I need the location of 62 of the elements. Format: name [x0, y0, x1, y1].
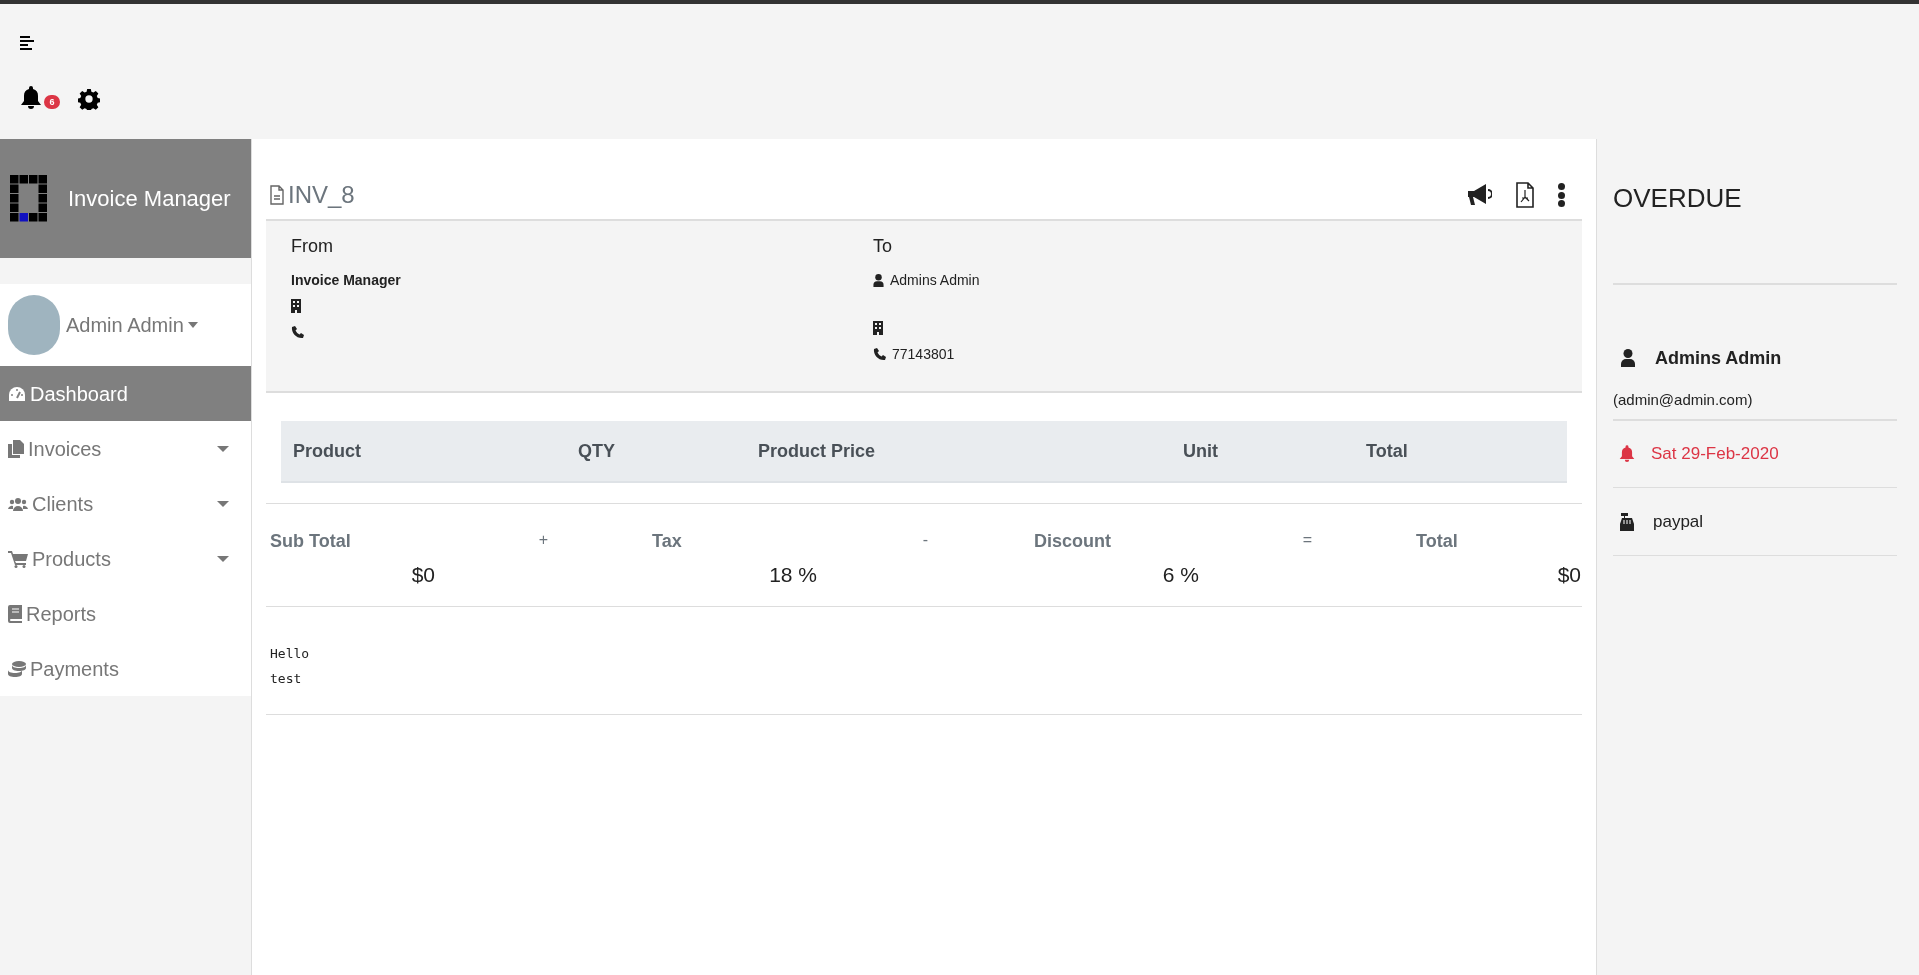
book-icon	[8, 604, 22, 623]
settings-button[interactable]	[78, 88, 100, 110]
users-icon	[8, 496, 28, 511]
documents-icon	[8, 439, 24, 458]
pdf-button[interactable]	[1516, 182, 1534, 208]
total-value: 6 %	[1162, 562, 1199, 588]
notification-badge: 6	[44, 95, 60, 109]
total-value: 18 %	[769, 562, 817, 588]
client-email: (admin@admin.com)	[1613, 390, 1754, 410]
avatar-placeholder	[8, 295, 60, 355]
bell-icon	[1619, 445, 1635, 463]
party-phone: 77143801	[892, 344, 955, 364]
building-icon	[873, 321, 883, 335]
user-icon	[873, 273, 884, 287]
total-label: Sub Total	[270, 530, 352, 553]
operator-sign: =	[1302, 530, 1313, 550]
announce-button[interactable]	[1466, 182, 1492, 208]
operator-sign: +	[538, 530, 549, 550]
due-date: Sat 29-Feb-2020	[1651, 443, 1779, 466]
party-name: Admins Admin	[890, 270, 980, 290]
gauge-icon	[8, 385, 26, 402]
coins-icon	[8, 660, 26, 677]
caret-icon	[217, 555, 229, 562]
phone-icon	[873, 347, 886, 361]
notifications-button[interactable]: 6	[20, 86, 62, 112]
pdf-file-icon	[1516, 182, 1534, 208]
column-header: Unit	[1183, 439, 1219, 463]
total-label: Discount	[1034, 530, 1112, 553]
logo-icon	[10, 174, 48, 223]
notes-text: Hello test	[266, 607, 1582, 715]
user-menu[interactable]: Admin Admin	[66, 310, 198, 340]
client-name: Admins Admin	[1655, 346, 1782, 370]
party-heading: From	[291, 235, 334, 258]
total-value: $0	[411, 562, 435, 588]
column-header: Product Price	[758, 439, 877, 463]
total-label: Tax	[652, 530, 683, 553]
more-button[interactable]	[1558, 182, 1566, 208]
caret-icon	[187, 322, 198, 328]
payment-method: paypal	[1653, 510, 1704, 533]
settings-icon	[78, 88, 100, 110]
document-icon	[270, 185, 284, 205]
brand-name: Invoice Manager	[68, 185, 231, 213]
column-header: Product	[293, 439, 362, 463]
party-heading: To	[873, 235, 893, 258]
megaphone-icon	[1466, 182, 1492, 208]
invoice-title: INV_8	[288, 180, 355, 210]
sidebar-item[interactable]: Dashboard	[0, 366, 251, 421]
party-name: Invoice Manager	[291, 270, 401, 290]
column-header: QTY	[578, 439, 616, 463]
status-title: OVERDUE	[1613, 182, 1743, 215]
user-icon	[1621, 349, 1635, 367]
operator-sign: -	[922, 530, 929, 550]
caret-icon	[217, 500, 229, 507]
column-header: Total	[1366, 439, 1409, 463]
total-label: Total	[1416, 530, 1459, 553]
phone-icon	[291, 325, 304, 339]
building-icon	[291, 299, 301, 313]
cash-register-icon	[1619, 512, 1635, 531]
bell-icon	[20, 86, 42, 110]
total-value: $0	[1557, 562, 1581, 588]
cart-icon	[8, 549, 28, 568]
caret-icon	[217, 445, 229, 452]
